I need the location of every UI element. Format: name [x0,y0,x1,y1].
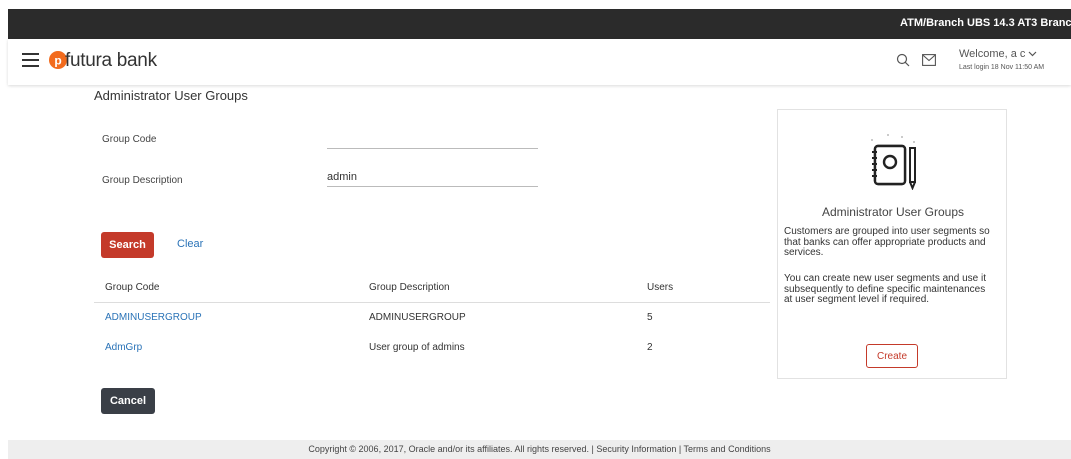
table-header-divider [94,302,770,303]
top-bar: ATM/Branch UBS 14.3 AT3 Branch [8,9,1071,39]
column-header-users: Users [647,282,674,293]
search-icon[interactable] [896,53,910,67]
column-header-group-description: Group Description [369,282,450,293]
create-button[interactable]: Create [866,344,918,368]
group-description-input[interactable] [327,167,538,187]
menu-icon[interactable] [22,53,39,67]
brand-name: futura bank [65,50,157,71]
group-description-label: Group Description [102,175,183,186]
card-paragraph: Customers are grouped into user segments… [784,226,990,258]
branch-label: UBS 14.3 AT3 Branch [967,17,1071,29]
help-card: Administrator User Groups Customers are … [777,109,1007,379]
page-title: Administrator User Groups [94,88,248,103]
group-code-label: Group Code [102,134,157,145]
users-count-cell: 5 [647,312,653,323]
group-description-cell: ADMINUSERGROUP [369,312,466,323]
welcome-text: Welcome, a c [959,48,1026,60]
group-code-link[interactable]: AdmGrp [105,342,142,353]
chevron-down-icon [1029,51,1037,57]
app-header: p futura bank Welcome, a c Last login 18… [8,39,1071,85]
atm-branch-link[interactable]: ATM/Branch [900,17,964,29]
users-count-cell: 2 [647,342,653,353]
search-button[interactable]: Search [101,232,154,258]
footer: Copyright © 2006, 2017, Oracle and/or it… [8,440,1071,459]
cancel-button[interactable]: Cancel [101,388,155,414]
card-title: Administrator User Groups [821,205,965,219]
last-login: Last login 18 Nov 11:50 AM [959,64,1045,71]
clear-link[interactable]: Clear [177,238,203,250]
branch-selector[interactable]: UBS 14.3 AT3 Branch [967,17,1071,29]
column-header-group-code: Group Code [105,282,160,293]
group-code-input[interactable] [327,129,538,149]
group-description-cell: User group of admins [369,342,465,353]
svg-text:p: p [54,54,61,68]
group-code-link[interactable]: ADMINUSERGROUP [105,312,202,323]
mail-icon[interactable] [922,54,936,66]
card-paragraph: You can create new user segments and use… [784,273,986,305]
user-menu[interactable]: Welcome, a c [959,48,1037,60]
notebook-icon [871,134,916,190]
